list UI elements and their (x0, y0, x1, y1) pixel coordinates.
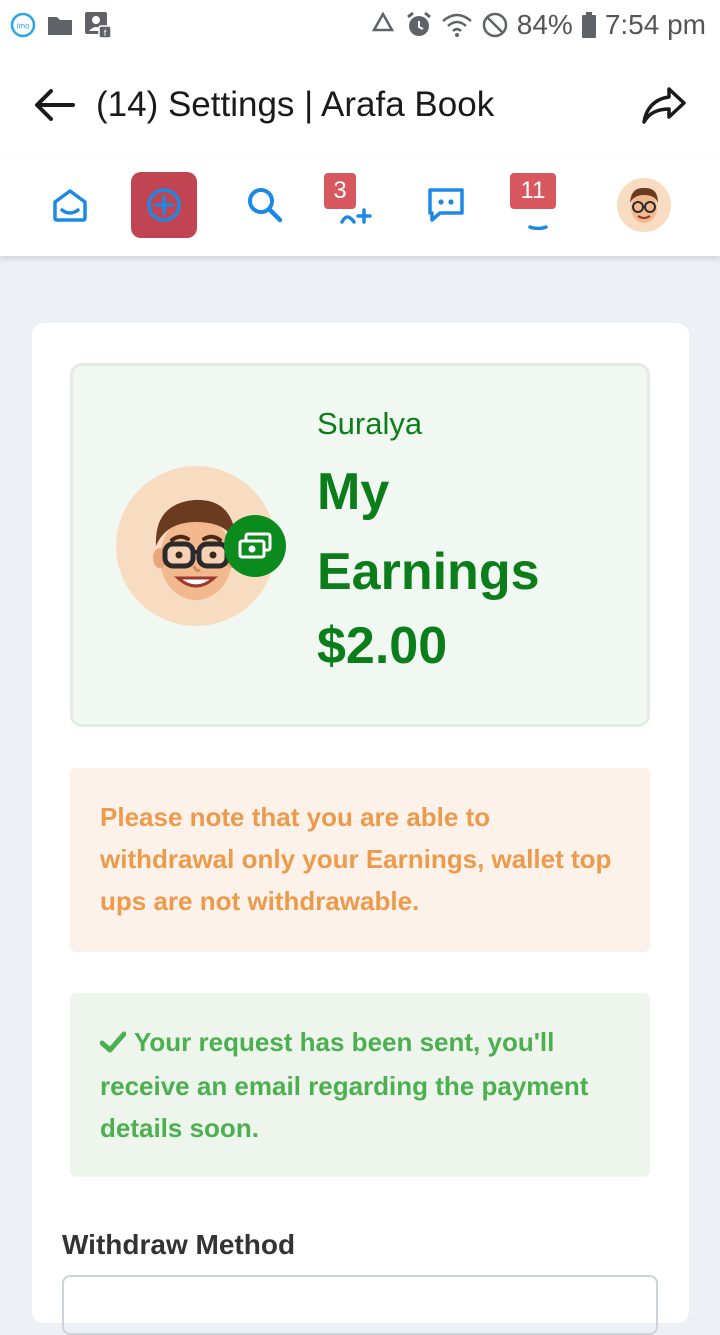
earnings-summary: Suralya My Earnings $2.00 (70, 363, 650, 727)
money-icon (224, 515, 286, 577)
imo-icon: imo (10, 12, 36, 38)
contact-icon: f (84, 11, 112, 39)
alarm-icon (405, 11, 433, 39)
chat-icon (428, 188, 464, 222)
plus-circle-icon (147, 188, 181, 222)
username: Suralya (317, 406, 423, 441)
status-left: imo f (10, 11, 112, 39)
share-button[interactable] (638, 79, 690, 131)
share-icon (642, 87, 686, 124)
success-alert: Your request has been sent, you'll recei… (70, 993, 650, 1177)
search-icon (248, 188, 283, 223)
top-navbar: 3 11 (0, 160, 720, 256)
home-icon (53, 189, 87, 222)
recycle-icon (369, 11, 397, 39)
page-title: (14) Settings | Arafa Book (96, 85, 495, 124)
memoji-avatar-icon (630, 187, 658, 223)
check-icon (99, 1023, 127, 1065)
earnings-amount: $2.00 (317, 617, 448, 675)
nav-messages-button[interactable] (413, 172, 479, 238)
avatar (617, 178, 671, 232)
status-bar: imo f 84% 7:54 pm (0, 0, 720, 50)
notifications-badge: 11 (510, 173, 556, 209)
nav-profile-button[interactable] (611, 172, 677, 238)
withdraw-notice: Please note that you are able to withdra… (70, 768, 650, 952)
battery-icon (581, 11, 597, 39)
app-header: (14) Settings | Arafa Book (0, 50, 720, 160)
withdraw-method-label: Withdraw Method (62, 1229, 296, 1260)
nav-home-button[interactable] (37, 172, 103, 238)
earnings-card: Suralya My Earnings $2.00 Please note th… (32, 323, 689, 1335)
clock: 7:54 pm (604, 9, 706, 40)
nav-create-button[interactable] (131, 172, 197, 238)
back-button[interactable] (30, 81, 78, 129)
block-icon (481, 11, 509, 39)
status-right: 84% 7:54 pm (369, 9, 706, 41)
arrow-left-icon (35, 89, 75, 121)
friend-requests-badge: 3 (324, 173, 356, 209)
earnings-title: My Earnings (317, 463, 540, 601)
svg-text:imo: imo (17, 22, 30, 31)
battery-percent: 84% (516, 9, 573, 40)
folder-icon (46, 13, 74, 37)
withdraw-method-select[interactable] (62, 1275, 658, 1335)
wifi-icon (441, 11, 473, 39)
nav-search-button[interactable] (232, 172, 298, 238)
withdraw-notice-text: Please note that you are able to withdra… (100, 802, 612, 916)
success-text: Your request has been sent, you'll recei… (100, 1027, 589, 1143)
